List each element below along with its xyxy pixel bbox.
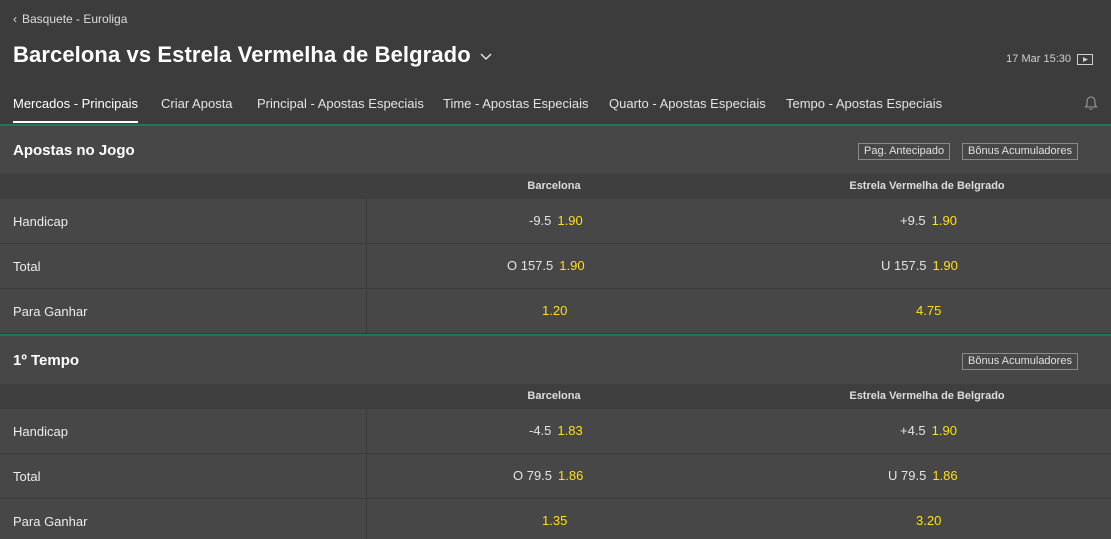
event-title-selector[interactable]: Barcelona vs Estrela Vermelha de Belgrad… [13,42,493,68]
odds-button-home[interactable]: 1.20 [542,303,567,318]
odds-value: 3.20 [916,513,942,528]
column-away-team: Estrela Vermelha de Belgrado [849,180,1005,192]
column-home-team: Barcelona [527,390,581,402]
odds-value: 1.90 [932,258,958,273]
chevron-left-icon: ‹ [13,12,17,26]
event-header: ‹ Basquete - Euroliga Barcelona vs Estre… [0,0,1111,126]
tab-tempo-apostas-especiais[interactable]: Tempo - Apostas Especiais [786,96,942,111]
divider [366,454,367,498]
odds-value: 1.83 [557,423,583,438]
odds-button-home[interactable]: -9.5 1.90 [529,213,583,228]
event-datetime: 17 Mar 15:30 [1006,53,1093,65]
odds-button-home[interactable]: 1.35 [542,513,567,528]
tab-criar-aposta[interactable]: Criar Aposta [161,96,233,111]
market-label: Handicap [13,214,68,229]
breadcrumb-label: Basquete - Euroliga [22,12,128,26]
divider [366,199,367,243]
market-row-handicap: Handicap -9.5 1.90 +9.5 1.90 [0,199,1111,244]
tab-time-apostas-especiais[interactable]: Time - Apostas Especiais [443,96,588,111]
odds-value: 1.86 [558,468,584,483]
column-home-team: Barcelona [527,180,581,192]
odds-value: 1.90 [931,423,957,438]
market-label: Total [13,259,41,274]
odds-line: U 157.5 [881,258,927,273]
column-header: Barcelona Estrela Vermelha de Belgrado [0,174,1111,199]
pag-antecipado-chip[interactable]: Pag. Antecipado [858,143,951,160]
odds-line: O 157.5 [507,258,554,273]
odds-button-away[interactable]: U 157.5 1.90 [881,258,958,273]
section-title: 1º Tempo [13,352,80,369]
page-title: Barcelona vs Estrela Vermelha de Belgrad… [13,42,471,67]
tab-principal-apostas-especiais[interactable]: Principal - Apostas Especiais [257,96,424,111]
tab-quarto-apostas-especiais[interactable]: Quarto - Apostas Especiais [609,96,766,111]
event-datetime-text: 17 Mar 15:30 [1006,53,1071,65]
odds-line: +4.5 [900,423,926,438]
odds-button-home[interactable]: -4.5 1.83 [529,423,583,438]
odds-value: 1.20 [542,303,568,318]
market-row-total: Total O 157.5 1.90 U 157.5 1.90 [0,244,1111,289]
odds-line: O 79.5 [513,468,553,483]
market-row-handicap: Handicap -4.5 1.83 +4.5 1.90 [0,409,1111,454]
tab-mercados-principais[interactable]: Mercados - Principais [13,96,138,123]
odds-line: -4.5 [529,423,552,438]
odds-button-away[interactable]: +9.5 1.90 [900,213,957,228]
market-label: Para Ganhar [13,514,88,529]
odds-line: +9.5 [900,213,926,228]
live-stream-icon[interactable] [1077,53,1093,65]
breadcrumb[interactable]: ‹ Basquete - Euroliga [13,12,127,26]
odds-button-away[interactable]: 4.75 [916,303,941,318]
market-label: Handicap [13,424,68,439]
divider [366,499,367,539]
odds-value: 1.90 [931,213,957,228]
section-header-1-tempo: 1º Tempo Bônus Acumuladores [0,336,1111,384]
market-row-total: Total O 79.5 1.86 U 79.5 1.86 [0,454,1111,499]
market-label: Total [13,469,41,484]
odds-line: U 79.5 [888,468,927,483]
odds-value: 1.35 [542,513,568,528]
market-row-para-ganhar: Para Ganhar 1.20 4.75 [0,289,1111,334]
odds-value: 1.90 [557,213,583,228]
column-header: Barcelona Estrela Vermelha de Belgrado [0,384,1111,409]
divider [366,244,367,288]
column-away-team: Estrela Vermelha de Belgrado [849,390,1005,402]
odds-value: 1.86 [932,468,958,483]
odds-value: 4.75 [916,303,942,318]
odds-button-away[interactable]: +4.5 1.90 [900,423,957,438]
odds-value: 1.90 [559,258,585,273]
market-row-para-ganhar: Para Ganhar 1.35 3.20 [0,499,1111,539]
chevron-down-icon [480,53,492,61]
odds-button-home[interactable]: O 79.5 1.86 [513,468,583,483]
market-label: Para Ganhar [13,304,88,319]
section-title: Apostas no Jogo [13,142,135,159]
divider [366,289,367,333]
bonus-acumuladores-chip[interactable]: Bônus Acumuladores [962,143,1078,160]
odds-button-away[interactable]: 3.20 [916,513,941,528]
market-tabs: Mercados - Principais Criar Aposta Princ… [0,90,1111,126]
odds-button-away[interactable]: U 79.5 1.86 [888,468,958,483]
odds-line: -9.5 [529,213,552,228]
odds-button-home[interactable]: O 157.5 1.90 [507,258,585,273]
section-header-apostas-no-jogo: Apostas no Jogo Pag. Antecipado Bônus Ac… [0,126,1111,174]
bonus-acumuladores-chip[interactable]: Bônus Acumuladores [962,353,1078,370]
divider [366,409,367,453]
bell-icon[interactable] [1083,95,1099,111]
